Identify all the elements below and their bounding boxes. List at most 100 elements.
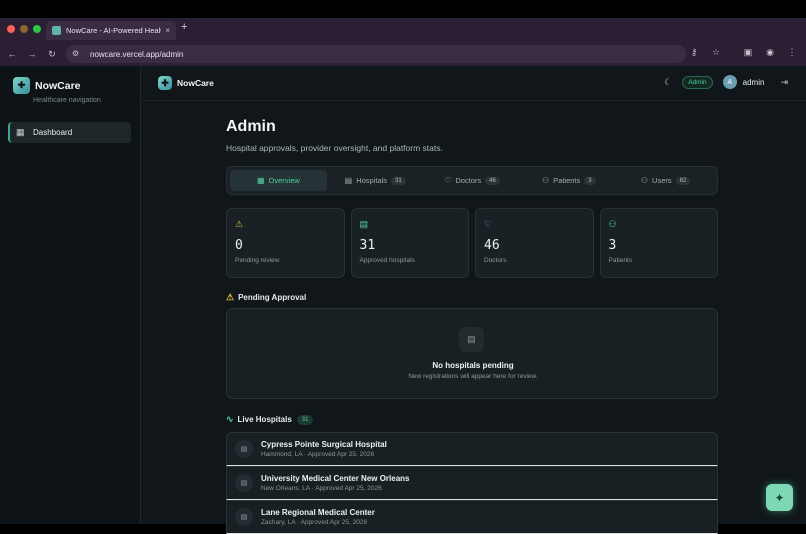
maximize-window-button[interactable]: [33, 25, 41, 33]
theme-toggle-moon-icon[interactable]: ☾: [664, 77, 672, 88]
tab-strip: NowCare - AI-Powered Healt × +: [0, 18, 806, 40]
forward-arrow-icon[interactable]: →: [22, 49, 42, 59]
warning-icon: ⚠: [235, 219, 244, 229]
sidebar-item-dashboard[interactable]: ▦ Dashboard: [8, 122, 131, 143]
reload-icon[interactable]: ↻: [42, 49, 62, 60]
building-icon: ▤: [235, 440, 253, 458]
building-icon: ▤: [235, 508, 253, 526]
hospital-row[interactable]: ▤ University Medical Center New Orleans …: [226, 466, 718, 500]
top-header: ✚ NowCare ☾ Admin A admin ⇥: [142, 66, 806, 101]
building-icon: ▤: [344, 176, 353, 185]
tab-count: 46: [485, 176, 500, 185]
browser-toolbar-icons: ⚷ ☆ ▣ ◉ ⋮: [688, 47, 798, 58]
stat-card-pending: ⚠ 0 Pending review: [226, 208, 345, 278]
tab-users[interactable]: ⚇ Users 82: [617, 170, 714, 191]
hospital-list: ▤ Cypress Pointe Surgical Hospital Hammo…: [226, 432, 718, 534]
tab-label: Patients: [553, 176, 581, 185]
building-icon: ▤: [235, 474, 253, 492]
site-info-icon[interactable]: ⚙: [72, 49, 82, 59]
admin-tabs: ▦ Overview ▤ Hospitals 31 ♡ Doctors 46 ⚇…: [226, 166, 718, 195]
tab-label: Hospitals: [356, 176, 388, 185]
username: admin: [742, 77, 765, 87]
new-tab-button[interactable]: +: [181, 21, 187, 33]
tab-label: Doctors: [455, 176, 482, 185]
header-actions: ☾ Admin A admin ⇥: [664, 75, 788, 89]
tab-count: 31: [391, 176, 406, 185]
password-key-icon[interactable]: ⚷: [688, 47, 700, 58]
stethoscope-icon: ♡: [444, 176, 452, 185]
activity-pulse-icon: ∿: [226, 414, 234, 424]
stat-value: 31: [359, 238, 376, 253]
stat-card-doctors: ♡ 46 Doctors: [475, 208, 594, 278]
sidebar-brand[interactable]: ✚ NowCare: [13, 77, 81, 94]
close-tab-icon[interactable]: ×: [165, 26, 170, 35]
avatar[interactable]: A: [722, 75, 737, 89]
tab-count: 82: [675, 176, 691, 185]
tab-overview[interactable]: ▦ Overview: [230, 170, 327, 191]
dashboard-grid-icon: ▦: [16, 127, 25, 137]
building-icon: ▤: [459, 327, 484, 352]
stat-value: 0: [235, 238, 243, 253]
sidebar-brand-name: NowCare: [35, 79, 81, 92]
minimize-window-button[interactable]: [20, 25, 28, 33]
tab-label: Users: [652, 176, 672, 185]
nowcare-favicon-icon: [52, 26, 61, 35]
stat-label: Pending review: [235, 257, 280, 264]
hospital-name: Lane Regional Medical Center: [261, 508, 375, 517]
stat-value: 3: [608, 238, 617, 253]
grid-icon: ▦: [256, 176, 265, 185]
nowcare-logo-icon: ✚: [13, 77, 30, 94]
close-window-button[interactable]: [7, 25, 15, 33]
pending-empty-card: ▤ No hospitals pending New registrations…: [226, 308, 718, 399]
profile-icon[interactable]: ◉: [764, 47, 776, 58]
tab-count: 3: [584, 176, 596, 185]
empty-subtitle: New registrations will appear here for r…: [408, 373, 538, 380]
hospital-row[interactable]: ▤ Cypress Pointe Surgical Hospital Hammo…: [226, 432, 718, 466]
app-root: ✚ NowCare Healthcare navigation ▦ Dashbo…: [0, 66, 806, 534]
pending-section-title: ⚠ Pending Approval: [226, 292, 306, 303]
page-subtitle: Hospital approvals, provider oversight, …: [226, 143, 443, 153]
live-title: Live Hospitals: [237, 415, 292, 424]
users-icon: ⚇: [640, 176, 649, 185]
users-icon: ⚇: [608, 219, 617, 229]
address-bar-row: ← → ↻ ⚙ nowcare.vercel.app/admin ⚷ ☆ ▣ ◉…: [0, 42, 806, 66]
url-text[interactable]: nowcare.vercel.app/admin: [90, 50, 183, 59]
building-icon: ▤: [359, 219, 369, 229]
pending-title: Pending Approval: [238, 293, 307, 302]
hospital-meta: Zachary, LA · Approved Apr 25, 2026: [261, 519, 368, 526]
users-icon: ⚇: [541, 176, 550, 185]
header-brand[interactable]: ✚ NowCare: [158, 76, 214, 90]
hospital-meta: New Orleans, LA · Approved Apr 25, 2026: [261, 485, 382, 492]
sidebar-subtitle: Healthcare navigation: [33, 97, 101, 104]
bookmark-star-icon[interactable]: ☆: [710, 47, 722, 58]
live-count-badge: 31: [296, 414, 314, 425]
hospital-name: University Medical Center New Orleans: [261, 474, 410, 483]
live-section-title: ∿ Live Hospitals 31: [226, 414, 314, 425]
role-badge: Admin: [682, 75, 713, 89]
menu-dots-icon[interactable]: ⋮: [786, 47, 798, 58]
sidebar-panel-icon[interactable]: ▣: [742, 47, 754, 58]
url-bar[interactable]: ⚙ nowcare.vercel.app/admin: [66, 45, 686, 63]
warning-icon: ⚠: [226, 292, 235, 302]
nowcare-logo-icon: ✚: [158, 76, 172, 90]
tab-hospitals[interactable]: ▤ Hospitals 31: [327, 170, 424, 191]
stat-label: Patients: [608, 257, 633, 264]
tab-patients[interactable]: ⚇ Patients 3: [520, 170, 617, 191]
system-top-bar: [0, 0, 806, 18]
stats-row: ⚠ 0 Pending review ▤ 31 Approved hospita…: [226, 208, 718, 278]
stat-label: Doctors: [484, 257, 507, 264]
browser-tab-title: NowCare - AI-Powered Healt: [66, 26, 162, 35]
logout-icon[interactable]: ⇥: [780, 77, 788, 88]
header-brand-name: NowCare: [177, 78, 214, 88]
tab-label: Overview: [268, 176, 300, 185]
browser-tab[interactable]: NowCare - AI-Powered Healt ×: [46, 21, 176, 40]
main-content: Admin Hospital approvals, provider overs…: [226, 118, 718, 534]
empty-title: No hospitals pending: [432, 361, 514, 370]
ai-assistant-sparkle-button[interactable]: ✦: [766, 484, 793, 511]
stat-value: 46: [484, 238, 500, 253]
back-arrow-icon[interactable]: ←: [2, 49, 22, 59]
sidebar-item-label: Dashboard: [33, 128, 73, 137]
page-title: Admin: [226, 118, 276, 135]
hospital-row[interactable]: ▤ Lane Regional Medical Center Zachary, …: [226, 500, 718, 534]
tab-doctors[interactable]: ♡ Doctors 46: [424, 170, 521, 191]
